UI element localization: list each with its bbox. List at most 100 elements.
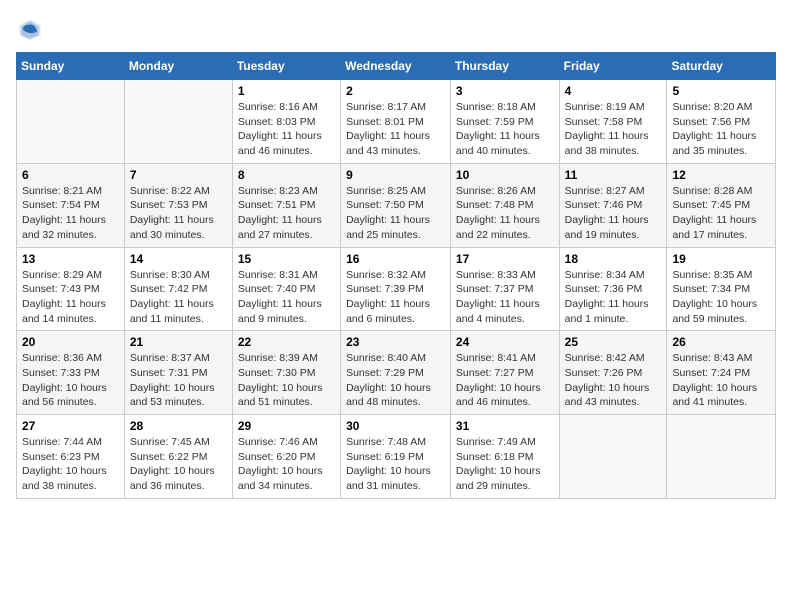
day-number: 10 [456, 168, 554, 182]
day-number: 26 [672, 335, 770, 349]
day-number: 9 [346, 168, 445, 182]
weekday-header-sunday: Sunday [17, 53, 125, 80]
calendar-cell: 2 Sunrise: 8:17 AMSunset: 8:01 PMDaylight… [341, 80, 451, 164]
day-info: Sunrise: 7:48 AMSunset: 6:19 PMDaylight:… [346, 435, 445, 494]
day-number: 30 [346, 419, 445, 433]
day-info: Sunrise: 8:31 AMSunset: 7:40 PMDaylight:… [238, 268, 335, 327]
calendar-cell: 11 Sunrise: 8:27 AMSunset: 7:46 PMDayligh… [559, 163, 667, 247]
day-info: Sunrise: 7:46 AMSunset: 6:20 PMDaylight:… [238, 435, 335, 494]
day-info: Sunrise: 8:17 AMSunset: 8:01 PMDaylight:… [346, 100, 445, 159]
day-number: 7 [130, 168, 227, 182]
day-number: 1 [238, 84, 335, 98]
day-number: 11 [565, 168, 662, 182]
day-info: Sunrise: 8:18 AMSunset: 7:59 PMDaylight:… [456, 100, 554, 159]
calendar-cell: 27 Sunrise: 7:44 AMSunset: 6:23 PMDayligh… [17, 415, 125, 499]
weekday-header-tuesday: Tuesday [232, 53, 340, 80]
calendar-cell: 28 Sunrise: 7:45 AMSunset: 6:22 PMDayligh… [124, 415, 232, 499]
day-info: Sunrise: 8:20 AMSunset: 7:56 PMDaylight:… [672, 100, 770, 159]
calendar-cell: 26Sunrise: 8:43 AMSunset: 7:24 PMDayligh… [667, 331, 776, 415]
calendar-cell [667, 415, 776, 499]
day-info: Sunrise: 8:35 AMSunset: 7:34 PMDaylight:… [672, 268, 770, 327]
weekday-header-friday: Friday [559, 53, 667, 80]
page-header [16, 16, 776, 44]
calendar-cell: 24 Sunrise: 8:41 AMSunset: 7:27 PMDayligh… [450, 331, 559, 415]
day-info: Sunrise: 8:23 AMSunset: 7:51 PMDaylight:… [238, 184, 335, 243]
calendar-cell: 17 Sunrise: 8:33 AMSunset: 7:37 PMDayligh… [450, 247, 559, 331]
calendar-cell: 8 Sunrise: 8:23 AMSunset: 7:51 PMDaylight… [232, 163, 340, 247]
calendar-cell: 12 Sunrise: 8:28 AMSunset: 7:45 PMDayligh… [667, 163, 776, 247]
day-info: Sunrise: 8:32 AMSunset: 7:39 PMDaylight:… [346, 268, 445, 327]
calendar-cell: 3Sunrise: 8:18 AMSunset: 7:59 PMDaylight… [450, 80, 559, 164]
calendar-cell: 1 Sunrise: 8:16 AMSunset: 8:03 PMDaylight… [232, 80, 340, 164]
day-info: Sunrise: 8:34 AMSunset: 7:36 PMDaylight:… [565, 268, 662, 327]
day-number: 6 [22, 168, 119, 182]
day-number: 29 [238, 419, 335, 433]
day-number: 8 [238, 168, 335, 182]
calendar-table: SundayMondayTuesdayWednesdayThursdayFrid… [16, 52, 776, 499]
day-info: Sunrise: 8:21 AMSunset: 7:54 PMDaylight:… [22, 184, 119, 243]
day-number: 17 [456, 252, 554, 266]
day-info: Sunrise: 8:42 AMSunset: 7:26 PMDaylight:… [565, 351, 662, 410]
day-info: Sunrise: 7:49 AMSunset: 6:18 PMDaylight:… [456, 435, 554, 494]
calendar-week-row: 6 Sunrise: 8:21 AMSunset: 7:54 PMDaylight… [17, 163, 776, 247]
calendar-cell: 31Sunrise: 7:49 AMSunset: 6:18 PMDayligh… [450, 415, 559, 499]
calendar-cell: 19 Sunrise: 8:35 AMSunset: 7:34 PMDayligh… [667, 247, 776, 331]
calendar-cell: 23Sunrise: 8:40 AMSunset: 7:29 PMDayligh… [341, 331, 451, 415]
calendar-cell: 20 Sunrise: 8:36 AMSunset: 7:33 PMDayligh… [17, 331, 125, 415]
day-number: 24 [456, 335, 554, 349]
day-info: Sunrise: 8:26 AMSunset: 7:48 PMDaylight:… [456, 184, 554, 243]
day-number: 16 [346, 252, 445, 266]
calendar-cell: 16 Sunrise: 8:32 AMSunset: 7:39 PMDayligh… [341, 247, 451, 331]
day-info: Sunrise: 8:30 AMSunset: 7:42 PMDaylight:… [130, 268, 227, 327]
calendar-cell [124, 80, 232, 164]
day-info: Sunrise: 8:28 AMSunset: 7:45 PMDaylight:… [672, 184, 770, 243]
day-number: 28 [130, 419, 227, 433]
day-info: Sunrise: 8:27 AMSunset: 7:46 PMDaylight:… [565, 184, 662, 243]
day-number: 21 [130, 335, 227, 349]
calendar-cell: 22 Sunrise: 8:39 AMSunset: 7:30 PMDayligh… [232, 331, 340, 415]
day-number: 2 [346, 84, 445, 98]
day-info: Sunrise: 7:45 AMSunset: 6:22 PMDaylight:… [130, 435, 227, 494]
day-number: 27 [22, 419, 119, 433]
day-info: Sunrise: 8:37 AMSunset: 7:31 PMDaylight:… [130, 351, 227, 410]
weekday-header-wednesday: Wednesday [341, 53, 451, 80]
day-number: 15 [238, 252, 335, 266]
logo-icon [16, 16, 44, 44]
day-info: Sunrise: 8:19 AMSunset: 7:58 PMDaylight:… [565, 100, 662, 159]
day-info: Sunrise: 8:41 AMSunset: 7:27 PMDaylight:… [456, 351, 554, 410]
calendar-cell: 29 Sunrise: 7:46 AMSunset: 6:20 PMDayligh… [232, 415, 340, 499]
weekday-header-saturday: Saturday [667, 53, 776, 80]
day-info: Sunrise: 8:29 AMSunset: 7:43 PMDaylight:… [22, 268, 119, 327]
day-number: 23 [346, 335, 445, 349]
day-number: 20 [22, 335, 119, 349]
calendar-cell: 6 Sunrise: 8:21 AMSunset: 7:54 PMDaylight… [17, 163, 125, 247]
day-number: 19 [672, 252, 770, 266]
day-info: Sunrise: 8:16 AMSunset: 8:03 PMDaylight:… [238, 100, 335, 159]
day-info: Sunrise: 8:25 AMSunset: 7:50 PMDaylight:… [346, 184, 445, 243]
day-info: Sunrise: 8:22 AMSunset: 7:53 PMDaylight:… [130, 184, 227, 243]
calendar-cell: 7 Sunrise: 8:22 AMSunset: 7:53 PMDaylight… [124, 163, 232, 247]
day-number: 5 [672, 84, 770, 98]
day-number: 25 [565, 335, 662, 349]
day-number: 12 [672, 168, 770, 182]
calendar-cell: 15 Sunrise: 8:31 AMSunset: 7:40 PMDayligh… [232, 247, 340, 331]
day-info: Sunrise: 8:36 AMSunset: 7:33 PMDaylight:… [22, 351, 119, 410]
calendar-cell: 4 Sunrise: 8:19 AMSunset: 7:58 PMDaylight… [559, 80, 667, 164]
calendar-cell: 10 Sunrise: 8:26 AMSunset: 7:48 PMDayligh… [450, 163, 559, 247]
day-number: 4 [565, 84, 662, 98]
calendar-cell: 5 Sunrise: 8:20 AMSunset: 7:56 PMDaylight… [667, 80, 776, 164]
day-info: Sunrise: 8:33 AMSunset: 7:37 PMDaylight:… [456, 268, 554, 327]
calendar-cell [559, 415, 667, 499]
weekday-header-monday: Monday [124, 53, 232, 80]
calendar-cell: 14Sunrise: 8:30 AMSunset: 7:42 PMDayligh… [124, 247, 232, 331]
logo [16, 16, 48, 44]
calendar-cell: 25 Sunrise: 8:42 AMSunset: 7:26 PMDayligh… [559, 331, 667, 415]
calendar-cell: 21 Sunrise: 8:37 AMSunset: 7:31 PMDayligh… [124, 331, 232, 415]
day-info: Sunrise: 8:39 AMSunset: 7:30 PMDaylight:… [238, 351, 335, 410]
day-number: 22 [238, 335, 335, 349]
calendar-cell: 30 Sunrise: 7:48 AMSunset: 6:19 PMDayligh… [341, 415, 451, 499]
day-info: Sunrise: 7:44 AMSunset: 6:23 PMDaylight:… [22, 435, 119, 494]
calendar-cell [17, 80, 125, 164]
day-number: 18 [565, 252, 662, 266]
calendar-week-row: 27 Sunrise: 7:44 AMSunset: 6:23 PMDayligh… [17, 415, 776, 499]
